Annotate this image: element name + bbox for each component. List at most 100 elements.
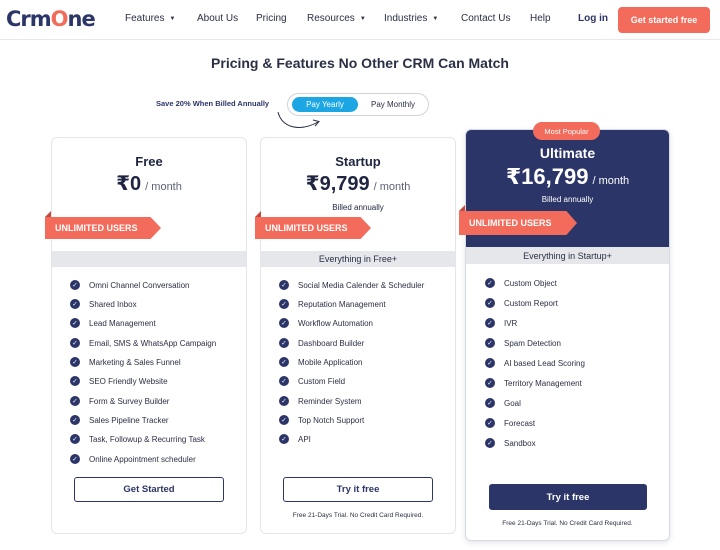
crmone-logo[interactable]: CrmOne: [6, 7, 96, 31]
check-icon: ✓: [279, 434, 289, 444]
check-icon: ✓: [70, 396, 80, 406]
check-icon: ✓: [485, 358, 495, 368]
ribbon-fold: [45, 211, 51, 217]
feature-item: ✓ Reputation Management: [279, 299, 386, 309]
feature-item: ✓ Goal: [485, 398, 521, 408]
feature-item: ✓ Territory Management: [485, 378, 582, 388]
save-note: Save 20% When Billed Annually: [156, 99, 270, 108]
nav-resources[interactable]: Resources ▼: [307, 13, 366, 24]
feature-item: ✓ Dashboard Builder: [279, 338, 364, 348]
feature-item: ✓ Shared Inbox: [70, 299, 137, 309]
logo-text-ne: ne: [67, 7, 96, 31]
most-popular-badge: Most Popular: [533, 122, 600, 140]
check-icon: ✓: [279, 299, 289, 309]
check-icon: ✓: [70, 434, 80, 444]
feature-item: ✓ Lead Management: [70, 318, 156, 328]
check-icon: ✓: [485, 398, 495, 408]
check-icon: ✓: [485, 438, 495, 448]
feature-item: ✓ Forecast: [485, 418, 535, 428]
curved-arrow-icon: [277, 111, 320, 128]
ribbon-fold: [255, 211, 261, 217]
trial-note: Free 21-Days Trial. No Credit Card Requi…: [502, 520, 633, 527]
try-it-free-button[interactable]: Try it free: [489, 484, 647, 510]
plan-card-free: Free ₹0/ month ✓ Omni Channel Conversatio…: [51, 137, 247, 534]
feature-item: ✓ Task, Followup & Recurring Task: [70, 434, 205, 444]
plan-card-ultimate: Ultimate ₹16,799/ month Billed annually …: [465, 129, 670, 541]
unlimited-users-ribbon: UNLIMITED USERS: [459, 211, 577, 235]
nav-contact-us[interactable]: Contact Us: [461, 13, 510, 24]
check-icon: ✓: [279, 376, 289, 386]
nav-features[interactable]: Features ▼: [125, 13, 175, 24]
check-icon: ✓: [485, 278, 495, 288]
check-icon: ✓: [485, 418, 495, 428]
everything-in-bar: Everything in Free+: [261, 251, 455, 267]
chevron-down-icon: ▼: [359, 16, 366, 22]
logo-text-crm: Crm: [6, 7, 52, 31]
nav-industries[interactable]: Industries ▼: [384, 13, 438, 24]
check-icon: ✓: [70, 338, 80, 348]
login-link[interactable]: Log in: [578, 13, 608, 24]
page-title: Pricing & Features No Other CRM Can Matc…: [211, 55, 509, 71]
check-icon: ✓: [279, 280, 289, 290]
try-it-free-button[interactable]: Try it free: [283, 477, 433, 502]
plan-name: Ultimate: [539, 145, 596, 161]
check-icon: ✓: [279, 318, 289, 328]
check-icon: ✓: [70, 454, 80, 464]
feature-item: ✓ Reminder System: [279, 396, 362, 406]
nav-pricing[interactable]: Pricing: [256, 13, 287, 24]
feature-item: ✓ AI based Lead Scoring: [485, 358, 585, 368]
check-icon: ✓: [485, 318, 495, 328]
everything-in-bar: Everything in Startup+: [466, 247, 669, 264]
feature-item: ✓ IVR: [485, 318, 517, 328]
check-icon: ✓: [279, 357, 289, 367]
plan-price: ₹0/ month: [116, 173, 182, 195]
check-icon: ✓: [70, 318, 80, 328]
feature-item: ✓ Spam Detection: [485, 338, 561, 348]
get-started-free-button[interactable]: Get started free: [618, 7, 710, 33]
feature-item: ✓ Email, SMS & WhatsApp Campaign: [70, 338, 216, 348]
feature-item: ✓ Sales Pipeline Tracker: [70, 415, 169, 425]
chevron-down-icon: ▼: [169, 16, 176, 22]
feature-item: ✓ Top Notch Support: [279, 415, 364, 425]
unlimited-users-ribbon: UNLIMITED USERS: [255, 217, 371, 239]
feature-item: ✓ Form & Survey Builder: [70, 396, 169, 406]
logo-text-o: O: [50, 7, 69, 31]
check-icon: ✓: [485, 338, 495, 348]
pay-monthly-option[interactable]: Pay Monthly: [362, 97, 424, 112]
get-started-button[interactable]: Get Started: [74, 477, 224, 502]
top-navbar: CrmOne Features ▼ About Us Pricing Resour…: [0, 0, 720, 40]
chevron-down-icon: ▼: [432, 16, 439, 22]
check-icon: ✓: [70, 415, 80, 425]
check-icon: ✓: [279, 415, 289, 425]
check-icon: ✓: [279, 396, 289, 406]
feature-item: ✓ Sandbox: [485, 438, 536, 448]
everything-in-bar: [52, 251, 246, 267]
nav-about-us[interactable]: About Us: [197, 13, 238, 24]
feature-item: ✓ Mobile Application: [279, 357, 362, 367]
feature-item: ✓ Custom Report: [485, 298, 558, 308]
feature-item: ✓ SEO Friendly Website: [70, 376, 168, 386]
feature-item: ✓ Workflow Automation: [279, 318, 373, 328]
check-icon: ✓: [485, 298, 495, 308]
plan-price: ₹16,799/ month: [505, 164, 630, 189]
trial-note: Free 21-Days Trial. No Credit Card Requi…: [292, 512, 424, 519]
plan-name: Free: [135, 154, 163, 169]
feature-item: ✓ Marketing & Sales Funnel: [70, 357, 181, 367]
check-icon: ✓: [70, 376, 80, 386]
check-icon: ✓: [279, 338, 289, 348]
feature-item: ✓ Online Appointment scheduler: [70, 454, 196, 464]
feature-item: ✓ Omni Channel Conversation: [70, 280, 190, 290]
nav-help[interactable]: Help: [530, 13, 551, 24]
feature-item: ✓ Custom Field: [279, 376, 345, 386]
ribbon-fold: [459, 205, 465, 211]
plan-card-startup: Startup ₹9,799/ month Billed annually Ev…: [260, 137, 456, 534]
feature-item: ✓ Social Media Calender & Scheduler: [279, 280, 424, 290]
billed-annually-text: Billed annually: [332, 203, 384, 212]
unlimited-users-ribbon: UNLIMITED USERS: [45, 217, 161, 239]
check-icon: ✓: [485, 378, 495, 388]
check-icon: ✓: [70, 280, 80, 290]
plan-name: Startup: [335, 154, 381, 169]
plan-price: ₹9,799/ month: [305, 173, 411, 195]
billed-annually-text: Billed annually: [541, 195, 594, 204]
feature-item: ✓ API: [279, 434, 311, 444]
